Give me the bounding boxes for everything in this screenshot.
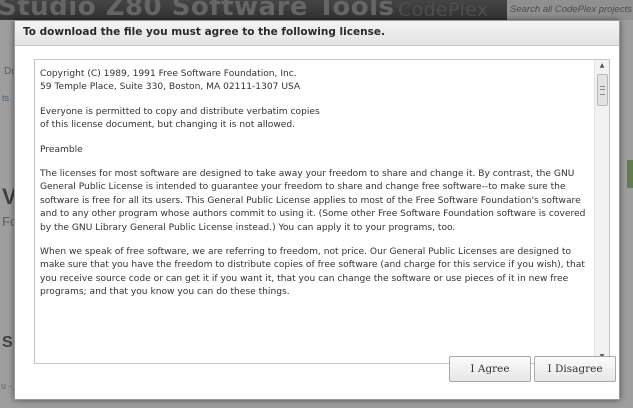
license-text-box[interactable]: Copyright (C) 1989, 1991 Free Software F… (34, 59, 610, 364)
agree-button[interactable]: I Agree (449, 356, 531, 382)
license-paragraph: Everyone is permitted to copy and distri… (40, 106, 320, 131)
scroll-up-arrow-icon[interactable]: ▲ (595, 60, 609, 72)
dialog-title: To download the file you must agree to t… (23, 26, 385, 38)
dialog-header: To download the file you must agree to t… (15, 21, 619, 46)
license-text: Copyright (C) 1989, 1991 Free Software F… (35, 60, 594, 363)
license-scrollbar[interactable]: ▲ ▼ (594, 60, 609, 363)
license-paragraph: The licenses for most software are desig… (40, 169, 586, 233)
license-paragraph: Copyright (C) 1989, 1991 Free Software F… (40, 69, 301, 93)
license-dialog: To download the file you must agree to t… (14, 20, 620, 400)
disagree-button[interactable]: I Disagree (534, 356, 616, 382)
scrollbar-thumb[interactable] (597, 74, 608, 106)
license-paragraph: When we speak of free software, we are r… (40, 247, 585, 298)
grip-icon (600, 86, 605, 95)
license-paragraph: Preamble (40, 144, 83, 155)
